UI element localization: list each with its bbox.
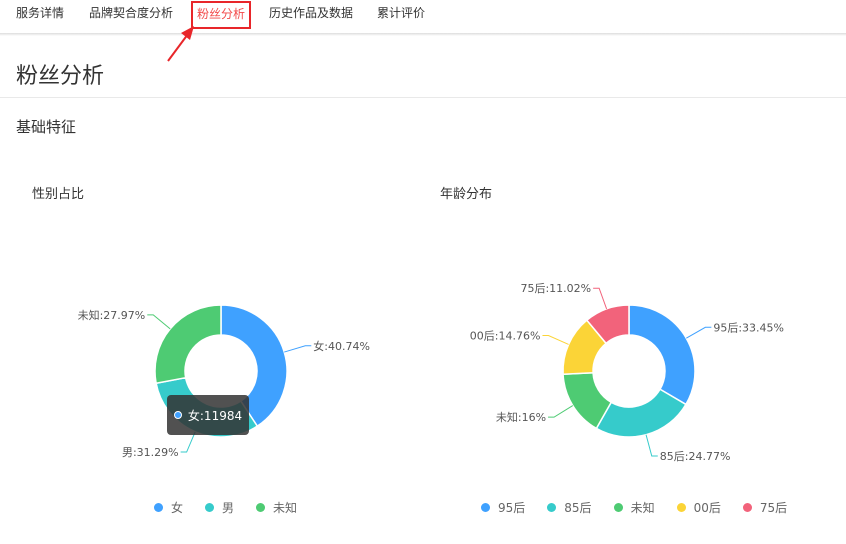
tooltip-dot-icon bbox=[173, 411, 182, 419]
age-legend-label: 85后 bbox=[564, 500, 592, 515]
age-leader-0 bbox=[686, 326, 712, 339]
age-leader-4 bbox=[593, 287, 608, 310]
gender-slice-2[interactable] bbox=[154, 304, 222, 385]
gender-label-2: 未知:27.97% bbox=[78, 308, 146, 322]
age-leader-3 bbox=[542, 335, 569, 345]
age-legend-label: 95后 bbox=[498, 500, 526, 515]
gender-leader-0 bbox=[284, 345, 312, 353]
age-label-0: 95后:33.45% bbox=[713, 321, 784, 334]
age-legend-item-3[interactable]: 00后 bbox=[676, 499, 721, 516]
age-label-3: 00后:14.76% bbox=[470, 330, 541, 343]
gender-legend-item-1[interactable]: 男 bbox=[205, 499, 234, 516]
age-legend: 95后 85后 未知 00后 75后 bbox=[481, 498, 809, 516]
age-slice-1[interactable] bbox=[595, 388, 687, 438]
gender-label-1: 男:31.29% bbox=[122, 446, 179, 459]
age-legend-item-0[interactable]: 95后 bbox=[481, 499, 525, 516]
age-legend-label: 00后 bbox=[693, 500, 721, 515]
tooltip-text: 女:11984 bbox=[187, 408, 243, 423]
gender-legend-dot-icon bbox=[154, 502, 163, 512]
age-leader-1 bbox=[645, 434, 658, 457]
age-legend-label: 未知 bbox=[630, 500, 655, 515]
gender-legend-dot-icon bbox=[256, 502, 266, 512]
age-legend-dot-icon bbox=[613, 502, 623, 512]
age-label-1: 85后:24.77% bbox=[660, 450, 731, 463]
age-legend-dot-icon bbox=[676, 502, 686, 512]
gender-legend-label: 男 bbox=[222, 500, 235, 515]
fan-charts: 女:40.74% 男:31.29% 未知:27.97% 95后:33.45% 85后:2… bbox=[78, 282, 784, 463]
gender-legend-label: 女 bbox=[171, 500, 184, 515]
age-label-2: 未知:16% bbox=[496, 410, 546, 424]
gender-label-0: 女:40.74% bbox=[313, 339, 370, 353]
chart-tooltip: 女:11984 bbox=[167, 395, 249, 435]
gender-legend-item-0[interactable]: 女 bbox=[154, 499, 183, 516]
age-legend-item-1[interactable]: 85后 bbox=[547, 499, 592, 516]
gender-legend-item-2[interactable]: 未知 bbox=[256, 499, 297, 516]
age-legend-item-4[interactable]: 75后 bbox=[742, 499, 788, 516]
age-label-4: 75后:11.02% bbox=[520, 282, 591, 295]
age-legend-label: 75后 bbox=[759, 500, 788, 515]
age-legend-dot-icon bbox=[742, 502, 752, 512]
age-legend-dot-icon bbox=[547, 502, 557, 512]
age-legend-item-2[interactable]: 未知 bbox=[613, 499, 655, 516]
age-leader-2 bbox=[548, 405, 574, 418]
gender-legend-label: 未知 bbox=[273, 500, 298, 515]
age-slice-0[interactable] bbox=[628, 304, 696, 406]
gender-legend: 女 男 未知 bbox=[154, 498, 319, 516]
gender-legend-dot-icon bbox=[205, 502, 215, 512]
age-legend-dot-icon bbox=[481, 502, 490, 512]
gender-leader-2 bbox=[147, 314, 171, 330]
